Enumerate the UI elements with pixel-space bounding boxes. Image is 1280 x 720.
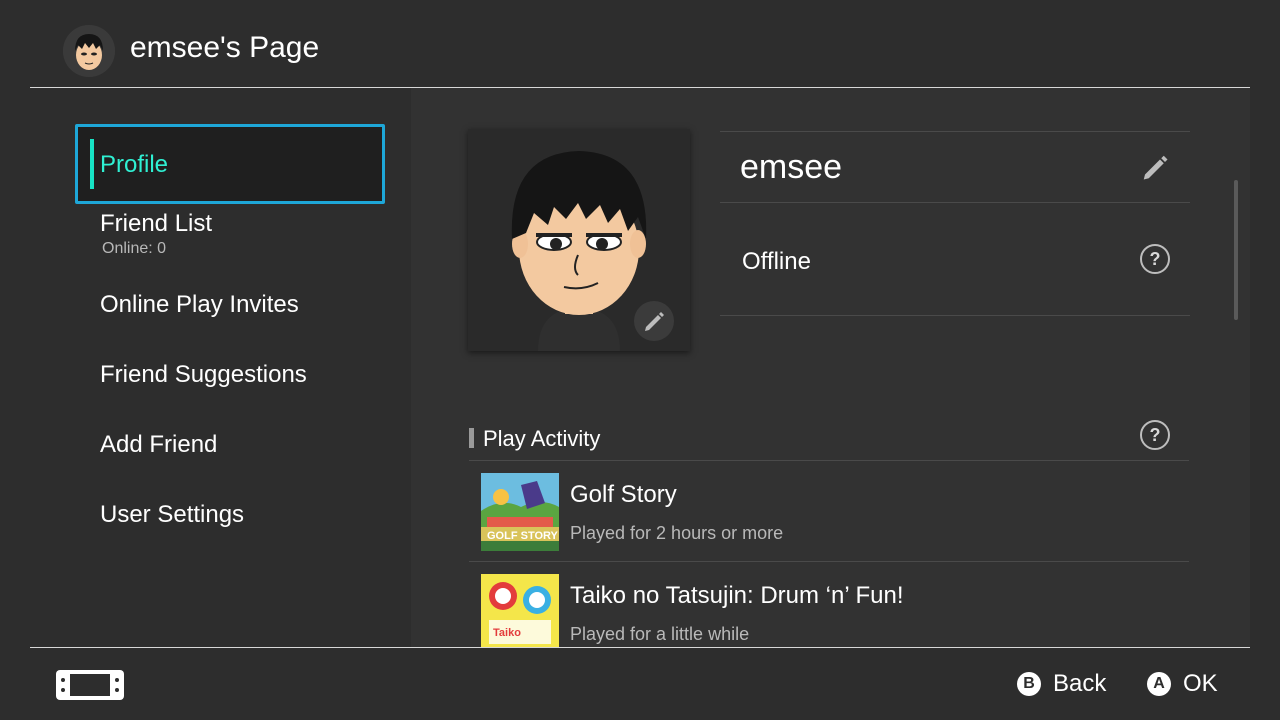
page-title: emsee's Page	[130, 31, 320, 64]
play-activity-item[interactable]: Taiko Taiko no Tatsujin: Drum ‘n’ Fun! P…	[469, 562, 1189, 647]
online-status: Offline	[742, 248, 811, 275]
game-title: Taiko no Tatsujin: Drum ‘n’ Fun!	[570, 582, 904, 609]
pencil-icon	[645, 312, 664, 331]
svg-text:GOLF STORY: GOLF STORY	[487, 530, 559, 542]
online-count: Online: 0	[102, 240, 167, 257]
question-icon[interactable]: ?	[1140, 244, 1170, 274]
svg-text:Taiko: Taiko	[493, 627, 521, 639]
sidebar-item-friend-list[interactable]: Friend List	[100, 210, 212, 238]
profile-content: emsee Offline ? Play Activity ? GOLF STO…	[411, 88, 1250, 647]
taiko-cover-icon: Taiko	[481, 574, 559, 647]
back-button[interactable]: B Back	[1017, 670, 1106, 698]
sidebar-item-friend-suggestions[interactable]: Friend Suggestions	[100, 361, 307, 389]
sidebar-item-label: Profile	[100, 151, 169, 178]
divider	[720, 315, 1190, 316]
selection-indicator	[90, 139, 94, 189]
play-activity-title: Play Activity	[483, 426, 601, 451]
question-icon[interactable]: ?	[1140, 420, 1170, 450]
mii-avatar-card[interactable]	[468, 129, 690, 351]
game-title: Golf Story	[570, 481, 677, 508]
play-time: Played for 2 hours or more	[570, 523, 784, 543]
sidebar-item-online-play-invites[interactable]: Online Play Invites	[100, 291, 299, 319]
back-label: Back	[1053, 670, 1107, 697]
sidebar-item-add-friend[interactable]: Add Friend	[100, 431, 217, 459]
user-avatar	[63, 25, 115, 77]
sidebar-item-profile[interactable]: Profile	[75, 124, 385, 204]
footer: B Back A OK	[0, 648, 1280, 720]
b-button-icon: B	[1017, 672, 1041, 696]
play-activity-item[interactable]: GOLF STORY Golf Story Played for 2 hours…	[469, 461, 1189, 561]
ok-label: OK	[1183, 670, 1218, 697]
game-thumbnail: Taiko	[481, 574, 559, 647]
play-time: Played for a little while	[570, 624, 750, 644]
page-header: emsee's Page	[0, 0, 1280, 88]
edit-avatar-button[interactable]	[634, 301, 674, 341]
game-thumbnail: GOLF STORY	[481, 473, 559, 551]
scrollbar[interactable]	[1234, 180, 1238, 320]
golf-story-cover-icon: GOLF STORY	[481, 473, 559, 551]
a-button-icon: A	[1147, 672, 1171, 696]
sidebar-item-user-settings[interactable]: User Settings	[100, 501, 244, 529]
mii-avatar-small-icon	[63, 25, 115, 77]
console-icon	[56, 670, 124, 700]
ok-button[interactable]: A OK	[1147, 670, 1218, 698]
pencil-icon[interactable]	[1140, 152, 1170, 182]
divider	[720, 131, 1190, 132]
sidebar: Profile Friend List Online: 0 Online Pla…	[30, 88, 410, 647]
profile-name: emsee	[740, 148, 843, 186]
divider	[720, 202, 1190, 203]
section-marker	[469, 428, 474, 448]
